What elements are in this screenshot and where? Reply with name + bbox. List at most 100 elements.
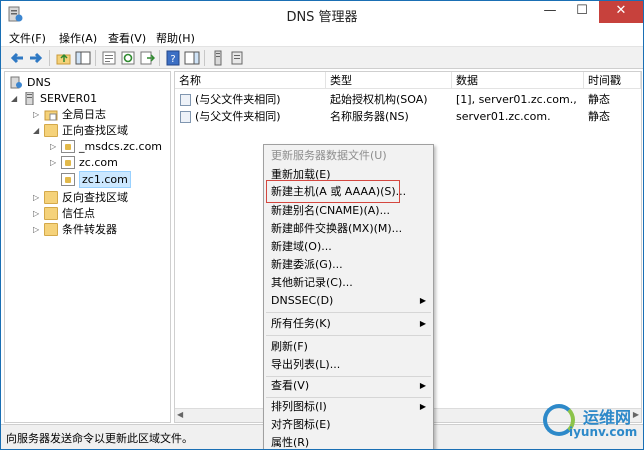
menu-item-label: 查看(V)	[271, 379, 310, 392]
menu-view[interactable]: 查看(V)	[108, 30, 146, 46]
table-row[interactable]: (与父文件夹相同) 起始授权机构(SOA) [1], server01.zc.c…	[175, 92, 641, 108]
cell-type: 名称服务器(NS)	[330, 110, 409, 123]
expand-icon[interactable]: ▷	[33, 225, 41, 235]
toolbar-separator	[49, 50, 50, 66]
column-header-name[interactable]: 名称	[175, 72, 326, 89]
annotation-highlight-box	[266, 180, 400, 203]
menu-help[interactable]: 帮助(H)	[156, 30, 195, 46]
svg-text:?: ?	[170, 54, 175, 65]
expand-icon[interactable]: ▷	[50, 158, 58, 168]
record-icon	[180, 111, 191, 123]
menu-item-new-domain[interactable]: 新建域(O)...	[264, 237, 433, 257]
status-text: 向服务器发送命令以更新此区域文件。	[6, 432, 193, 445]
collapse-icon[interactable]: ◢	[11, 94, 19, 104]
zone-icon	[61, 140, 75, 153]
menu-separator	[266, 335, 431, 336]
folder-icon	[44, 207, 58, 220]
export-list-icon[interactable]	[139, 50, 155, 66]
tree-label-forward-zones: 正向查找区域	[62, 124, 128, 137]
toolbar-separator	[95, 50, 96, 66]
menu-file[interactable]: 文件(F)	[9, 30, 46, 46]
menu-item-update-server-data-file: 更新服务器数据文件(U)	[271, 149, 387, 162]
tree-item-zone-zc[interactable]: ▷ zc.com	[50, 155, 169, 171]
context-menu: 更新服务器数据文件(U) 重新加载(E) 新建主机(A 或 AAAA)(S)..…	[263, 144, 434, 449]
expand-icon[interactable]: ▷	[50, 142, 58, 152]
menu-item-other-new-records[interactable]: 其他新记录(C)...	[264, 273, 433, 293]
dns-manager-window: DNS 管理器 — ☐ ✕ 文件(F) 操作(A) 查看(V) 帮助(H) ? …	[0, 0, 644, 450]
close-button[interactable]: ✕	[599, 1, 643, 23]
tree-label-zone: _msdcs.zc.com	[79, 140, 163, 153]
expand-icon[interactable]: ▷	[33, 193, 41, 203]
menu-item-new-alias[interactable]: 新建别名(CNAME)(A)...	[264, 201, 433, 221]
tree-item-forward-zones[interactable]: ◢ 正向查找区域	[33, 123, 169, 139]
back-arrow-icon[interactable]	[9, 50, 25, 66]
menu-item-all-tasks[interactable]: 所有任务(K) ▶	[264, 314, 433, 334]
tree-label-conditional-forwarders: 条件转发器	[62, 223, 117, 236]
expand-icon[interactable]: ▷	[33, 209, 41, 219]
tree-item-trust-points[interactable]: ▷ 信任点	[33, 206, 169, 222]
menu-bar: 文件(F) 操作(A) 查看(V) 帮助(H)	[1, 27, 643, 47]
watermark-text-bottom: iyunv.com	[569, 425, 638, 439]
menu-item-dnssec[interactable]: DNSSEC(D) ▶	[264, 291, 433, 311]
folder-icon	[44, 191, 58, 204]
minimize-button[interactable]: —	[535, 1, 565, 23]
tree-item-zone-zc1[interactable]: zc1.com	[50, 171, 169, 188]
refresh-icon[interactable]	[120, 50, 136, 66]
cell-data: server01.zc.com.	[456, 110, 551, 123]
table-row[interactable]: (与父文件夹相同) 名称服务器(NS) server01.zc.com. 静态	[175, 109, 641, 125]
scroll-left-icon[interactable]: ◀	[177, 410, 183, 419]
menu-separator	[266, 312, 431, 313]
server-icon	[25, 92, 34, 105]
zone-icon	[61, 156, 75, 169]
tree-label-reverse-zones: 反向查找区域	[62, 191, 128, 204]
menu-item-arrange-icons[interactable]: 排列图标(I) ▶	[264, 397, 433, 417]
folder-icon	[44, 223, 58, 236]
help-icon[interactable]: ?	[165, 50, 181, 66]
collapse-icon[interactable]: ◢	[33, 126, 41, 136]
menu-item-refresh[interactable]: 刷新(F)	[264, 337, 433, 357]
menu-action[interactable]: 操作(A)	[59, 30, 97, 46]
menu-item-export-list[interactable]: 导出列表(L)...	[264, 355, 433, 375]
menu-item-label: DNSSEC(D)	[271, 294, 334, 307]
record-icon	[180, 94, 191, 106]
forward-arrow-icon[interactable]	[28, 50, 44, 66]
menu-item-new-delegation[interactable]: 新建委派(G)...	[264, 255, 433, 275]
properties-icon[interactable]	[101, 50, 117, 66]
column-header-type[interactable]: 类型	[326, 72, 452, 89]
cell-name: (与父文件夹相同)	[195, 93, 281, 106]
cell-name: (与父文件夹相同)	[195, 110, 281, 123]
menu-item-view[interactable]: 查看(V) ▶	[264, 376, 433, 396]
tree-label-global-logs: 全局日志	[62, 108, 106, 121]
server-icon[interactable]	[210, 50, 226, 66]
show-action-pane-icon[interactable]	[184, 50, 200, 66]
tree-item-reverse-zones[interactable]: ▷ 反向查找区域	[33, 190, 169, 206]
tree-item-conditional-forwarders[interactable]: ▷ 条件转发器	[33, 222, 169, 238]
tree-label-zone: zc.com	[79, 156, 118, 169]
menu-item-new-mail-exchanger[interactable]: 新建邮件交换器(MX)(M)...	[264, 219, 433, 239]
menu-item-line-up-icons[interactable]: 对齐图标(E)	[264, 415, 433, 435]
tree-item-global-logs[interactable]: ▷ 全局日志	[33, 107, 169, 123]
log-folder-icon	[44, 110, 58, 121]
column-header-timestamp[interactable]: 时间戳	[584, 72, 641, 89]
maximize-button[interactable]: ☐	[567, 1, 597, 23]
zone-icon	[61, 173, 75, 186]
column-header-data[interactable]: 数据	[452, 72, 584, 89]
show-hide-tree-icon[interactable]	[75, 50, 91, 66]
server-list-icon[interactable]	[229, 50, 245, 66]
cell-timestamp: 静态	[588, 93, 610, 106]
submenu-arrow-icon: ▶	[419, 402, 426, 411]
submenu-arrow-icon: ▶	[419, 296, 426, 305]
tree-label-server01: SERVER01	[40, 92, 98, 105]
toolbar: ?	[1, 47, 643, 69]
tree-item-zone-msdcs[interactable]: ▷ _msdcs.zc.com	[50, 139, 169, 155]
tree-label-dns: DNS	[27, 76, 51, 89]
up-folder-icon[interactable]	[56, 50, 72, 66]
toolbar-separator	[159, 50, 160, 66]
tree-item-server01[interactable]: ◢ SERVER01	[11, 91, 169, 107]
menu-item-label: 排列图标(I)	[271, 400, 327, 413]
tree-item-dns-root[interactable]: DNS	[7, 75, 167, 91]
submenu-arrow-icon: ▶	[419, 381, 426, 390]
console-tree: DNS ◢ SERVER01 ▷ 全局日志 ◢ 正向查找区域 ▷ _msdcs.…	[4, 71, 171, 423]
menu-item-properties[interactable]: 属性(R)	[264, 433, 433, 449]
expand-icon[interactable]: ▷	[33, 110, 41, 120]
